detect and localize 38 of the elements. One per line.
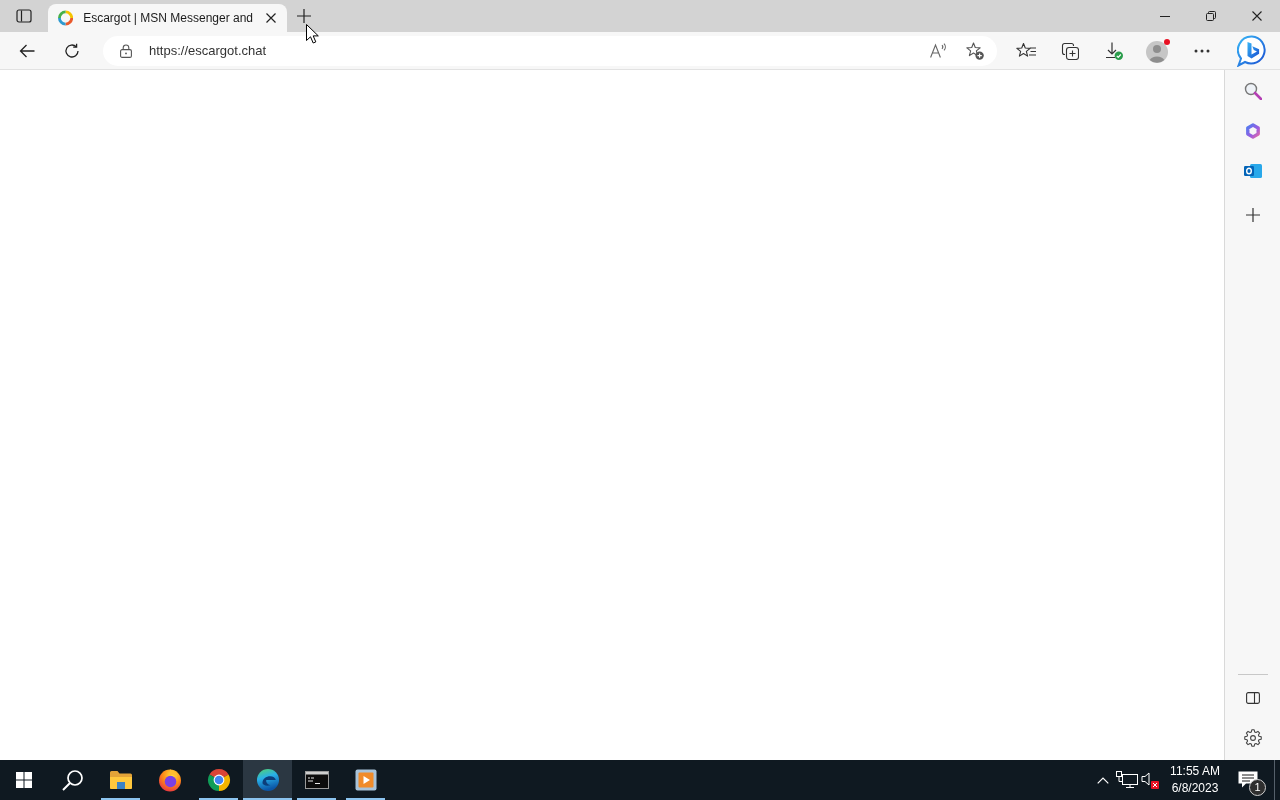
play-tile-icon[interactable] [354, 769, 377, 791]
browser-tab[interactable]: Escargot | MSN Messenger and [48, 4, 287, 32]
plus-icon[interactable] [297, 9, 311, 23]
notifications-button[interactable]: 1 [1228, 760, 1268, 800]
site-logo-icon [58, 10, 74, 26]
terminal-icon[interactable] [304, 771, 329, 789]
search-icon[interactable] [61, 769, 83, 791]
clock-time[interactable]: 11:55 AM [1165, 763, 1225, 780]
wave-logo-icon[interactable] [255, 768, 280, 792]
refresh-icon[interactable] [64, 42, 80, 59]
chat-logo-icon[interactable] [1237, 34, 1267, 67]
minimize-icon[interactable] [1160, 15, 1170, 17]
lock-icon [120, 43, 132, 58]
collections-icon[interactable] [1061, 41, 1079, 60]
favorites-icon[interactable] [1016, 42, 1036, 59]
star-plus-icon[interactable] [966, 41, 984, 60]
folder-icon[interactable] [108, 770, 133, 790]
close-icon[interactable] [1252, 11, 1262, 21]
mail-app-icon[interactable] [1243, 163, 1262, 179]
taskbar-app-button[interactable] [243, 760, 292, 800]
chevron-up-icon[interactable] [1097, 776, 1109, 784]
read-aloud-icon[interactable] [930, 43, 948, 58]
restore-icon[interactable] [1206, 11, 1216, 21]
back-arrow-icon[interactable] [19, 43, 35, 58]
address-bar[interactable]: https://escargot.chat [103, 35, 997, 66]
plus-icon[interactable] [1245, 208, 1260, 222]
notification-count: 1 [1249, 779, 1266, 796]
more-icon[interactable] [1194, 48, 1210, 53]
split-panel-icon[interactable] [1245, 692, 1260, 704]
settings-icon[interactable] [1243, 729, 1262, 747]
ring-logo-icon[interactable] [206, 768, 231, 792]
speaker-error-icon[interactable] [1141, 771, 1159, 789]
flame-globe-icon[interactable] [157, 768, 182, 792]
network-icon[interactable] [1116, 771, 1138, 789]
download-check-icon[interactable] [1105, 41, 1123, 60]
hexagon-ring-icon[interactable] [1243, 122, 1262, 140]
avatar-icon[interactable] [1146, 38, 1170, 63]
clock-date[interactable]: 6/8/2023 [1165, 780, 1225, 797]
